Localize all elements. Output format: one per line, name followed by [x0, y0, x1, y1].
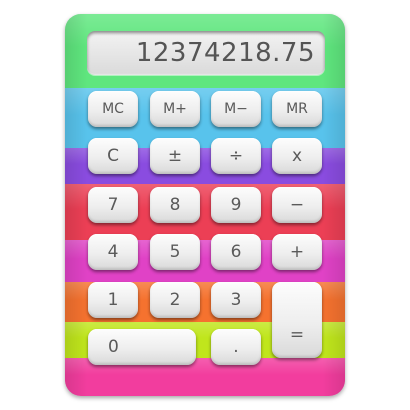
memory-clear-button[interactable]: MC: [88, 91, 138, 127]
digit-5-button[interactable]: 5: [150, 234, 200, 270]
subtract-button[interactable]: −: [272, 187, 322, 223]
digit-1-button[interactable]: 1: [88, 282, 138, 318]
memory-add-button[interactable]: M+: [150, 91, 200, 127]
display-readout: 12374218.75: [87, 31, 325, 75]
digit-7-button[interactable]: 7: [88, 187, 138, 223]
digit-2-button[interactable]: 2: [150, 282, 200, 318]
clear-button[interactable]: C: [88, 138, 138, 174]
digit-9-button[interactable]: 9: [211, 187, 261, 223]
digit-0-button[interactable]: 0: [88, 329, 196, 365]
digit-8-button[interactable]: 8: [150, 187, 200, 223]
add-button[interactable]: +: [272, 234, 322, 270]
memory-subtract-button[interactable]: M−: [211, 91, 261, 127]
plus-minus-button[interactable]: ±: [150, 138, 200, 174]
digit-6-button[interactable]: 6: [211, 234, 261, 270]
memory-recall-button[interactable]: MR: [272, 91, 322, 127]
equals-button[interactable]: =: [272, 282, 322, 358]
divide-button[interactable]: ÷: [211, 138, 261, 174]
multiply-button[interactable]: x: [272, 138, 322, 174]
decimal-point-button[interactable]: .: [211, 329, 261, 365]
calculator-body: 12374218.75 MC M+ M− MR C ± ÷ x 7 8 9 − …: [65, 14, 345, 396]
digit-4-button[interactable]: 4: [88, 234, 138, 270]
digit-3-button[interactable]: 3: [211, 282, 261, 318]
